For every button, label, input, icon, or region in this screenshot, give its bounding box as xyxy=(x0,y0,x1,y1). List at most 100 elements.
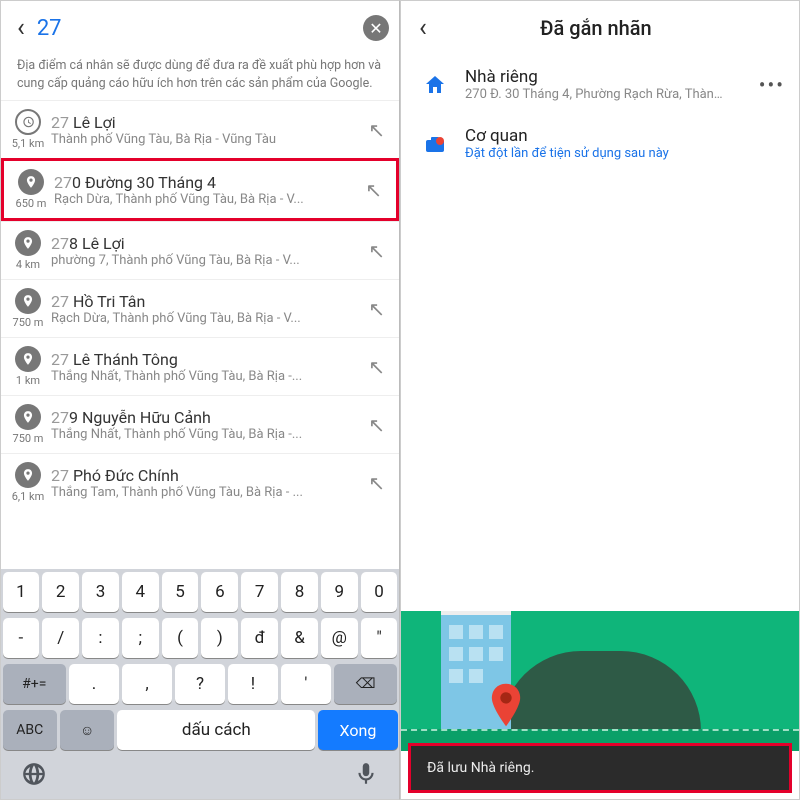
key[interactable]: 0 xyxy=(361,572,398,612)
distance: 750 m xyxy=(13,316,44,329)
key[interactable]: 7 xyxy=(241,572,278,612)
suggestion-meta: 6,1 km xyxy=(5,462,51,503)
key[interactable]: 1 xyxy=(3,572,40,612)
key[interactable]: ) xyxy=(201,618,238,658)
distance: 750 m xyxy=(13,432,44,445)
suggestion-meta: 750 m xyxy=(5,404,51,445)
suggestion-text: 279 Nguyễn Hữu CảnhThắng Nhất, Thành phố… xyxy=(51,408,364,442)
search-bar: ‹ ✕ xyxy=(1,1,399,55)
suggestion-text: 270 Đường 30 Tháng 4Rạch Dừa, Thành phố … xyxy=(54,173,361,207)
clear-icon[interactable]: ✕ xyxy=(363,15,389,41)
label-list: Nhà riêng270 Đ. 30 Tháng 4, Phường Rạch … xyxy=(401,55,799,173)
suggestion-meta: 4 km xyxy=(5,230,51,271)
label-body: Nhà riêng270 Đ. 30 Tháng 4, Phường Rạch … xyxy=(465,67,759,102)
suggestion-text: 27 Phó Đức ChínhThắng Tam, Thành phố Vũn… xyxy=(51,466,364,500)
key[interactable]: " xyxy=(361,618,398,658)
suggestion-meta: 750 m xyxy=(5,288,51,329)
keyboard: 1234567890 -/:;()đ&@" #+= .,?!' ⌫ ABC ☺ … xyxy=(1,569,399,799)
insert-arrow-icon[interactable]: ↖ xyxy=(364,297,389,321)
back-icon[interactable]: ‹ xyxy=(11,13,31,43)
key[interactable]: , xyxy=(122,664,172,704)
key[interactable]: ? xyxy=(175,664,225,704)
illustration xyxy=(401,611,799,751)
toast-highlight: Đã lưu Nhà riêng. xyxy=(408,743,792,793)
key[interactable]: đ xyxy=(241,618,278,658)
key[interactable]: 8 xyxy=(281,572,318,612)
label-body: Cơ quanĐặt đột lần để tiện sử dụng sau n… xyxy=(465,126,785,161)
key[interactable]: : xyxy=(82,618,119,658)
suggestion-item[interactable]: 6,1 km 27 Phó Đức ChínhThắng Tam, Thành p… xyxy=(1,453,399,511)
insert-arrow-icon[interactable]: ↖ xyxy=(361,178,386,202)
more-icon[interactable]: ••• xyxy=(759,73,785,97)
key[interactable]: . xyxy=(69,664,119,704)
insert-arrow-icon[interactable]: ↖ xyxy=(364,355,389,379)
insert-arrow-icon[interactable]: ↖ xyxy=(364,413,389,437)
distance: 5,1 km xyxy=(12,137,44,150)
key[interactable]: 2 xyxy=(42,572,79,612)
key[interactable]: ' xyxy=(281,664,331,704)
suggestion-text: 27 Lê LợiThành phố Vũng Tàu, Bà Rịa - Vũ… xyxy=(51,113,364,147)
insert-arrow-icon[interactable]: ↖ xyxy=(364,118,389,142)
key[interactable]: 4 xyxy=(122,572,159,612)
suggestion-text: 27 Hồ Tri TânRạch Dừa, Thành phố Vũng Tà… xyxy=(51,292,364,326)
pin-icon xyxy=(18,169,44,195)
suggestion-item[interactable]: 750 m 279 Nguyễn Hữu CảnhThắng Nhất, Thàn… xyxy=(1,395,399,453)
pin-icon xyxy=(15,346,41,372)
suggestion-text: 278 Lê Lợiphường 7, Thành phố Vũng Tàu, … xyxy=(51,234,364,268)
key-symbols[interactable]: #+= xyxy=(3,664,67,704)
suggestion-meta: 1 km xyxy=(5,346,51,387)
suggestion-item[interactable]: 5,1 km 27 Lê LợiThành phố Vũng Tàu, Bà Rị… xyxy=(1,100,399,158)
pin-icon xyxy=(15,288,41,314)
suggestion-item[interactable]: 4 km 278 Lê Lợiphường 7, Thành phố Vũng T… xyxy=(1,221,399,279)
key-backspace-icon[interactable]: ⌫ xyxy=(334,664,398,704)
suggestion-item[interactable]: 650 m 270 Đường 30 Tháng 4Rạch Dừa, Thành… xyxy=(1,158,399,221)
key[interactable]: ! xyxy=(228,664,278,704)
keyboard-toolbar xyxy=(1,753,399,799)
suggestion-item[interactable]: 750 m 27 Hồ Tri TânRạch Dừa, Thành phố Vũ… xyxy=(1,279,399,337)
key-abc[interactable]: ABC xyxy=(3,710,57,750)
suggestion-meta: 5,1 km xyxy=(5,109,51,150)
key[interactable]: @ xyxy=(321,618,358,658)
suggestion-text: 27 Lê Thánh TôngThắng Nhất, Thành phố Vũ… xyxy=(51,350,364,384)
pin-icon xyxy=(15,404,41,430)
pin-icon xyxy=(15,230,41,256)
key[interactable]: & xyxy=(281,618,318,658)
distance: 1 km xyxy=(16,374,40,387)
key-space[interactable]: dấu cách xyxy=(117,710,315,750)
history-icon xyxy=(15,109,41,135)
label-item[interactable]: Nhà riêng270 Đ. 30 Tháng 4, Phường Rạch … xyxy=(401,55,799,114)
suggestion-meta: 650 m xyxy=(8,169,54,210)
key[interactable]: 5 xyxy=(162,572,199,612)
emoji-key-icon[interactable]: ☺ xyxy=(60,710,114,750)
suggestion-list: 5,1 km 27 Lê LợiThành phố Vũng Tàu, Bà Rị… xyxy=(1,100,399,511)
distance: 6,1 km xyxy=(12,490,44,503)
home-icon xyxy=(415,73,455,97)
insert-arrow-icon[interactable]: ↖ xyxy=(364,239,389,263)
briefcase-icon xyxy=(415,132,455,156)
key[interactable]: 9 xyxy=(321,572,358,612)
key-done[interactable]: Xong xyxy=(318,710,397,750)
labeled-panel: ‹ Đã gắn nhãn Nhà riêng270 Đ. 30 Tháng 4… xyxy=(400,0,800,800)
insert-arrow-icon[interactable]: ↖ xyxy=(364,471,389,495)
search-panel: ‹ ✕ Địa điểm cá nhân sẽ được dùng để đưa… xyxy=(0,0,400,800)
suggestion-item[interactable]: 1 km 27 Lê Thánh TôngThắng Nhất, Thành ph… xyxy=(1,337,399,395)
distance: 650 m xyxy=(16,197,47,210)
info-text: Địa điểm cá nhân sẽ được dùng để đưa ra … xyxy=(1,55,399,100)
back-icon[interactable]: ‹ xyxy=(413,13,433,43)
key[interactable]: / xyxy=(42,618,79,658)
key[interactable]: 3 xyxy=(82,572,119,612)
labeled-header: ‹ Đã gắn nhãn xyxy=(401,1,799,55)
mic-icon[interactable] xyxy=(353,761,379,791)
key[interactable]: 6 xyxy=(201,572,238,612)
globe-icon[interactable] xyxy=(21,761,47,791)
key[interactable]: ; xyxy=(122,618,159,658)
page-title: Đã gắn nhãn xyxy=(433,16,759,40)
pin-icon xyxy=(15,462,41,488)
toast: Đã lưu Nhà riêng. xyxy=(411,746,789,790)
label-item[interactable]: Cơ quanĐặt đột lần để tiện sử dụng sau n… xyxy=(401,114,799,173)
map-marker-icon xyxy=(489,683,523,731)
key[interactable]: - xyxy=(3,618,40,658)
key[interactable]: ( xyxy=(162,618,199,658)
distance: 4 km xyxy=(16,258,40,271)
search-input[interactable] xyxy=(31,16,363,41)
